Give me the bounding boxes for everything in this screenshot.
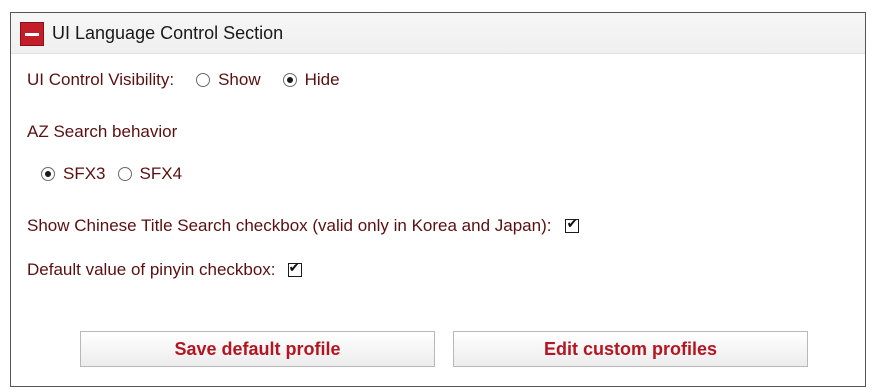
ui-control-visibility-row: UI Control Visibility: Show Hide: [27, 70, 340, 90]
az-search-label: AZ Search behavior: [27, 122, 178, 141]
pinyin-checkbox[interactable]: [287, 260, 302, 277]
radio-sfx3-label: SFX3: [63, 164, 106, 183]
ui-control-visibility-label: UI Control Visibility:: [27, 70, 175, 89]
section-title: UI Language Control Section: [52, 23, 284, 43]
radio-show-label: Show: [218, 70, 261, 89]
radio-sfx4[interactable]: [117, 167, 132, 181]
chinese-title-search-label: Show Chinese Title Search checkbox (vali…: [27, 216, 552, 235]
az-search-options-row: SFX3 SFX4: [41, 164, 182, 184]
pinyin-row: Default value of pinyin checkbox:: [27, 260, 302, 280]
az-search-label-row: AZ Search behavior: [27, 122, 177, 142]
chinese-title-search-checkbox[interactable]: [565, 216, 580, 233]
radio-sfx3[interactable]: [41, 167, 55, 181]
ui-language-control-panel: UI Language Control Section UI Control V…: [10, 12, 866, 387]
radio-hide-label: Hide: [304, 70, 340, 89]
radio-hide[interactable]: [282, 73, 297, 87]
section-header: UI Language Control Section: [11, 13, 865, 54]
collapse-button[interactable]: [20, 22, 44, 46]
save-default-profile-button[interactable]: Save default profile: [80, 331, 435, 367]
chinese-title-search-row: Show Chinese Title Search checkbox (vali…: [27, 216, 580, 236]
edit-custom-profiles-button[interactable]: Edit custom profiles: [453, 331, 808, 367]
pinyin-label: Default value of pinyin checkbox:: [27, 260, 276, 279]
radio-sfx4-label: SFX4: [139, 164, 183, 183]
radio-show[interactable]: [196, 73, 211, 87]
minus-icon: [25, 33, 39, 36]
